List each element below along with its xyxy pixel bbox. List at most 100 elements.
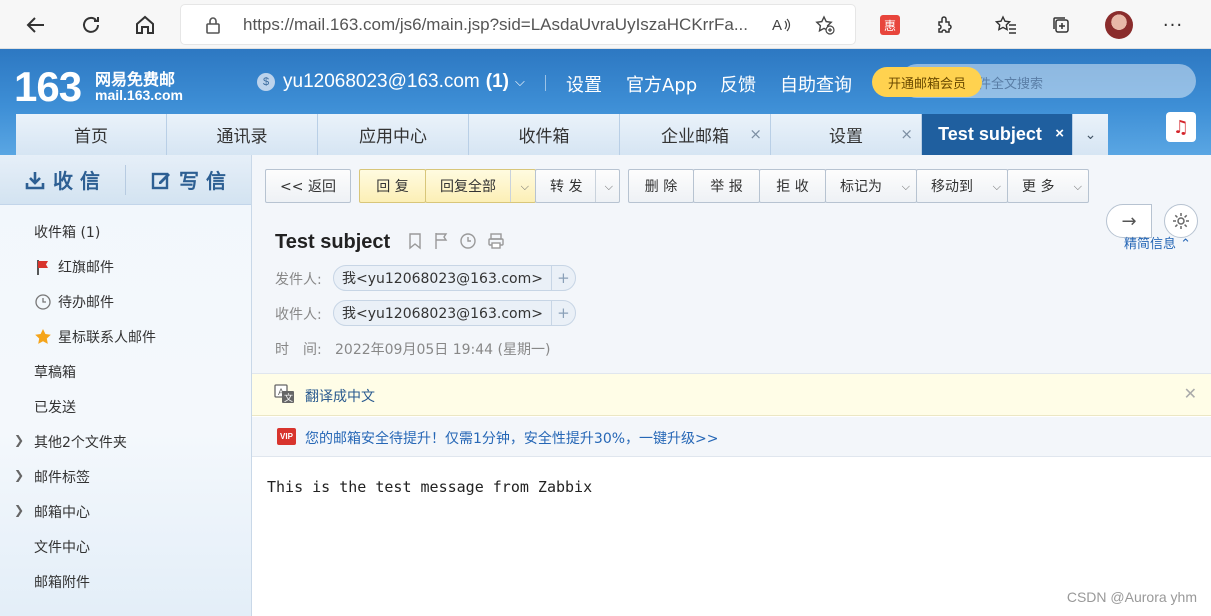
sidebar-item-todo[interactable]: 待办邮件 xyxy=(0,284,251,319)
coupon-extension-icon[interactable]: 惠 xyxy=(874,9,906,41)
sidebar-item-mail-center[interactable]: ❯ 邮箱中心 xyxy=(0,494,251,529)
more-menu-icon[interactable]: ··· xyxy=(1157,9,1189,41)
simplify-info-link[interactable]: 精简信息 ⌃ xyxy=(1124,233,1191,252)
browser-toolbar: https://mail.163.com/js6/main.jsp?sid=LA… xyxy=(0,0,1211,49)
report-button[interactable]: 举 报 xyxy=(693,169,760,203)
translate-icon: A文 xyxy=(274,384,296,408)
add-contact-icon[interactable]: + xyxy=(550,301,575,325)
add-contact-icon[interactable]: + xyxy=(550,266,575,290)
feedback-link[interactable]: 反馈 xyxy=(720,71,756,97)
search-placeholder[interactable]: 件全文搜索 xyxy=(978,73,1043,92)
back-button[interactable]: << 返回 xyxy=(265,169,351,203)
app-link[interactable]: 官方App xyxy=(626,71,697,97)
forward-button[interactable]: 转 发 ⌵ xyxy=(535,169,620,203)
tab-inbox[interactable]: 收件箱 xyxy=(469,114,620,155)
close-icon[interactable]: × xyxy=(1055,125,1064,142)
bookmark-icon[interactable] xyxy=(407,232,423,250)
sidebar-item-other-folders[interactable]: ❯ 其他2个文件夹 xyxy=(0,424,251,459)
security-upgrade-link[interactable]: 您的邮箱安全待提升！仅需1分钟，安全性提升30%，一键升级>> xyxy=(305,428,718,448)
sidebar-item-starred[interactable]: 星标联系人邮件 xyxy=(0,319,251,354)
reply-button[interactable]: 回 复 xyxy=(359,169,426,203)
receive-button[interactable]: 收 信 xyxy=(0,155,125,204)
mark-as-button[interactable]: 标记为 ⌵ xyxy=(825,169,917,203)
translate-bar: A文 翻译成中文 ✕ xyxy=(252,374,1211,416)
coin-icon: $ xyxy=(257,73,275,91)
tab-contacts[interactable]: 通讯录 xyxy=(167,114,318,155)
lock-icon[interactable] xyxy=(202,14,224,36)
mail-header: 163 网易免费邮 mail.163.com $ yu12068023@163.… xyxy=(0,49,1211,155)
profile-avatar[interactable] xyxy=(1103,9,1135,41)
sidebar-item-drafts[interactable]: 草稿箱 xyxy=(0,354,251,389)
sidebar-item-flagged[interactable]: 红旗邮件 xyxy=(0,249,251,284)
settings-link[interactable]: 设置 xyxy=(566,71,602,97)
url-text[interactable]: https://mail.163.com/js6/main.jsp?sid=LA… xyxy=(243,15,748,35)
sidebar-item-tags[interactable]: ❯ 邮件标签 xyxy=(0,459,251,494)
chevron-down-icon[interactable]: ⌵ xyxy=(515,74,525,90)
extensions-icon[interactable] xyxy=(929,9,961,41)
compose-button[interactable]: 写 信 xyxy=(126,155,251,204)
vip-button[interactable]: 开通邮箱会员 xyxy=(872,67,982,97)
chevron-down-icon[interactable]: ⌵ xyxy=(902,180,910,194)
chevron-down-icon[interactable]: ⌵ xyxy=(993,180,1001,194)
delete-button[interactable]: 删 除 xyxy=(628,169,694,203)
reading-pane: << 返回 回 复 回复全部 ⌵ 转 发 ⌵ 删 除 举 报 拒 收 标记为 ⌵… xyxy=(252,155,1211,616)
tab-home[interactable]: 首页 xyxy=(16,114,167,155)
message-body: This is the test message from Zabbix xyxy=(267,478,593,496)
chevron-right-icon[interactable]: ❯ xyxy=(14,503,24,517)
svg-text:A: A xyxy=(772,17,782,34)
sidebar-item-sent[interactable]: 已发送 xyxy=(0,389,251,424)
sidebar-item-attachments[interactable]: 邮箱附件 xyxy=(0,564,251,599)
music-note-icon[interactable]: ♫ xyxy=(1166,112,1196,142)
flag-icon[interactable] xyxy=(433,232,449,250)
move-to-button[interactable]: 移动到 ⌵ xyxy=(916,169,1008,203)
more-button[interactable]: 更 多 ⌵ xyxy=(1007,169,1089,203)
tab-settings[interactable]: 设置 × xyxy=(771,114,922,155)
chevron-right-icon[interactable]: ❯ xyxy=(14,433,24,447)
print-icon[interactable] xyxy=(487,232,505,250)
chevron-down-icon[interactable]: ⌄ xyxy=(1073,114,1108,155)
arrow-right-icon: → xyxy=(1121,210,1137,232)
reply-all-button[interactable]: 回复全部 ⌵ xyxy=(425,169,536,203)
recipient-chip[interactable]: 我<yu12068023@163.com> + xyxy=(333,300,576,326)
tab-bar: 首页 通讯录 应用中心 收件箱 企业邮箱 × 设置 × Test subject × … xyxy=(16,114,1108,155)
tab-app-center[interactable]: 应用中心 xyxy=(318,114,469,155)
message-time: 2022年09月05日 19:44 (星期一) xyxy=(335,342,551,358)
sidebar: 收 信 写 信 收件箱 (1) 红旗邮件 待办邮件 星标联系人邮件 草稿箱 已发… xyxy=(0,155,252,616)
sidebar-item-inbox[interactable]: 收件箱 (1) xyxy=(0,214,251,249)
chevron-right-icon[interactable]: ❯ xyxy=(14,468,24,482)
security-notice-bar: VIP 您的邮箱安全待提升！仅需1分钟，安全性提升30%，一键升级>> xyxy=(252,417,1211,457)
star-icon xyxy=(34,328,52,346)
collections-icon[interactable] xyxy=(1045,9,1077,41)
sender-chip[interactable]: 我<yu12068023@163.com> + xyxy=(333,265,576,291)
chevron-down-icon[interactable]: ⌵ xyxy=(521,180,529,194)
home-icon[interactable] xyxy=(129,9,161,41)
favorites-icon[interactable] xyxy=(990,9,1022,41)
chevron-down-icon[interactable]: ⌵ xyxy=(1074,180,1082,194)
edit-icon xyxy=(151,172,171,189)
self-service-link[interactable]: 自助查询 xyxy=(780,71,852,97)
translate-link[interactable]: 翻译成中文 xyxy=(305,386,375,406)
close-icon[interactable]: × xyxy=(900,125,913,143)
favorite-add-icon[interactable] xyxy=(814,14,836,36)
sidebar-item-file-center[interactable]: 文件中心 xyxy=(0,529,251,564)
clock-icon[interactable] xyxy=(459,232,477,250)
back-icon[interactable] xyxy=(20,9,52,41)
close-icon[interactable]: ✕ xyxy=(1184,384,1197,403)
to-label: 收件人: xyxy=(275,307,322,323)
red-flag-icon xyxy=(34,258,52,276)
unread-count[interactable]: (1) xyxy=(486,71,509,93)
close-icon[interactable]: × xyxy=(749,125,762,143)
account-menu[interactable]: $ yu12068023@163.com (1) ⌵ xyxy=(257,71,525,93)
subject-actions xyxy=(407,232,505,250)
chevron-up-icon: ⌃ xyxy=(1180,237,1192,252)
address-bar[interactable]: https://mail.163.com/js6/main.jsp?sid=LA… xyxy=(181,5,855,44)
account-email[interactable]: yu12068023@163.com xyxy=(283,71,480,93)
reject-button[interactable]: 拒 收 xyxy=(759,169,826,203)
logo-number[interactable]: 163 xyxy=(14,63,82,111)
tab-enterprise-mail[interactable]: 企业邮箱 × xyxy=(620,114,771,155)
read-aloud-icon[interactable]: A xyxy=(771,14,793,36)
tab-test-subject[interactable]: Test subject × xyxy=(922,114,1073,155)
vip-badge-icon: VIP xyxy=(277,428,296,445)
chevron-down-icon[interactable]: ⌵ xyxy=(605,180,613,194)
refresh-icon[interactable] xyxy=(75,9,107,41)
